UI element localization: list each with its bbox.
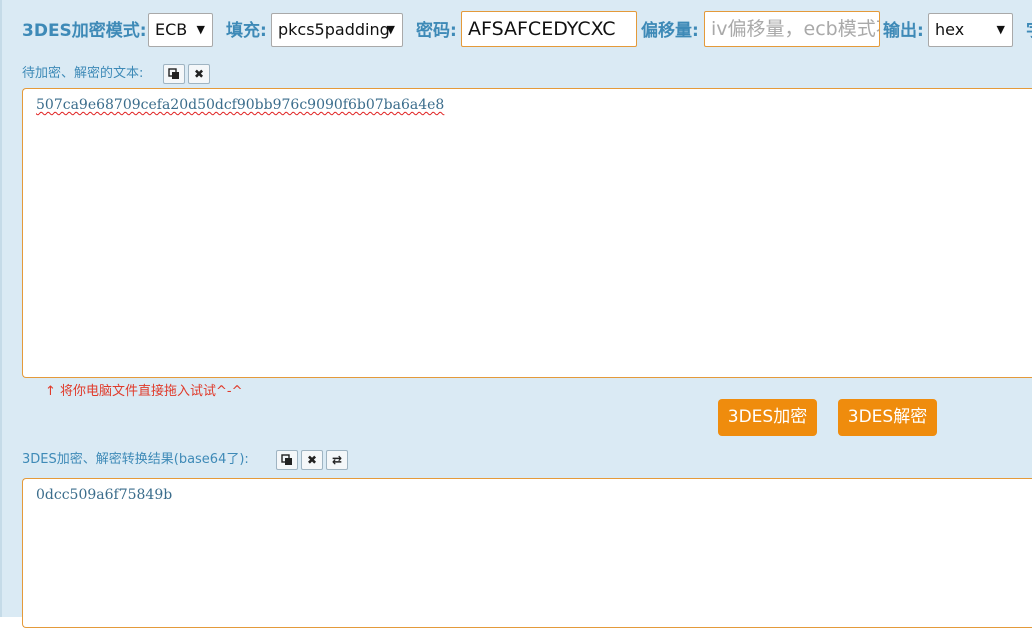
mode-select-value: ECB [155,20,188,39]
cutoff-label: 字 [1026,19,1032,43]
encrypt-button[interactable]: 3DES加密 [718,399,817,436]
key-label: 密码: [416,21,457,41]
copy-icon [168,68,179,79]
padding-select[interactable]: pkcs5padding ▼ [271,13,403,47]
copy-icon [281,454,292,465]
dropdown-arrow-icon: ▼ [196,23,205,36]
result-text-label: 3DES加密、解密转换结果(base64了): [22,452,249,467]
drop-file-hint: ↑ 将你电脑文件直接拖入试试^-^ [45,384,243,399]
clear-button[interactable]: ✖ [188,64,210,84]
output-label: 输出: [883,21,924,41]
iv-label: 偏移量: [641,21,699,41]
key-input[interactable]: AFSAFCEDYCXC [461,11,637,47]
result-clear-button[interactable]: ✖ [301,450,323,470]
padding-select-value: pkcs5padding [278,20,390,39]
input-textarea-value: 507ca9e68709cefa20d50dcf90bb976c9090f6b0… [36,97,445,113]
input-textarea[interactable]: 507ca9e68709cefa20d50dcf90bb976c9090f6b0… [22,88,1032,378]
key-input-value: AFSAFCEDYCXC [468,18,616,40]
result-copy-button[interactable] [276,450,298,470]
output-select-value: hex [935,20,965,39]
swap-button[interactable]: ⇄ [326,450,348,470]
clear-icon: ✖ [193,67,205,81]
result-textarea[interactable]: 0dcc509a6f75849b [22,478,1032,628]
decrypt-button[interactable]: 3DES解密 [838,399,937,436]
copy-button[interactable] [163,64,185,84]
dropdown-arrow-icon: ▼ [996,23,1005,36]
swap-icon: ⇄ [331,453,343,467]
padding-label: 填充: [226,21,267,41]
mode-label: 3DES加密模式: [22,21,147,41]
result-textarea-value: 0dcc509a6f75849b [36,487,173,503]
mode-select[interactable]: ECB ▼ [148,13,213,47]
input-text-label: 待加密、解密的文本: [22,66,144,81]
iv-input[interactable]: iv偏移量，ecb模式不用填写 [704,11,880,47]
dropdown-arrow-icon: ▼ [386,23,395,36]
iv-input-placeholder: iv偏移量，ecb模式不用填写 [711,18,879,40]
output-select[interactable]: hex ▼ [928,13,1013,47]
clear-icon: ✖ [306,453,318,467]
des-tool-panel: 3DES加密模式: ECB ▼ 填充: pkcs5padding ▼ 密码: A… [0,0,1032,628]
